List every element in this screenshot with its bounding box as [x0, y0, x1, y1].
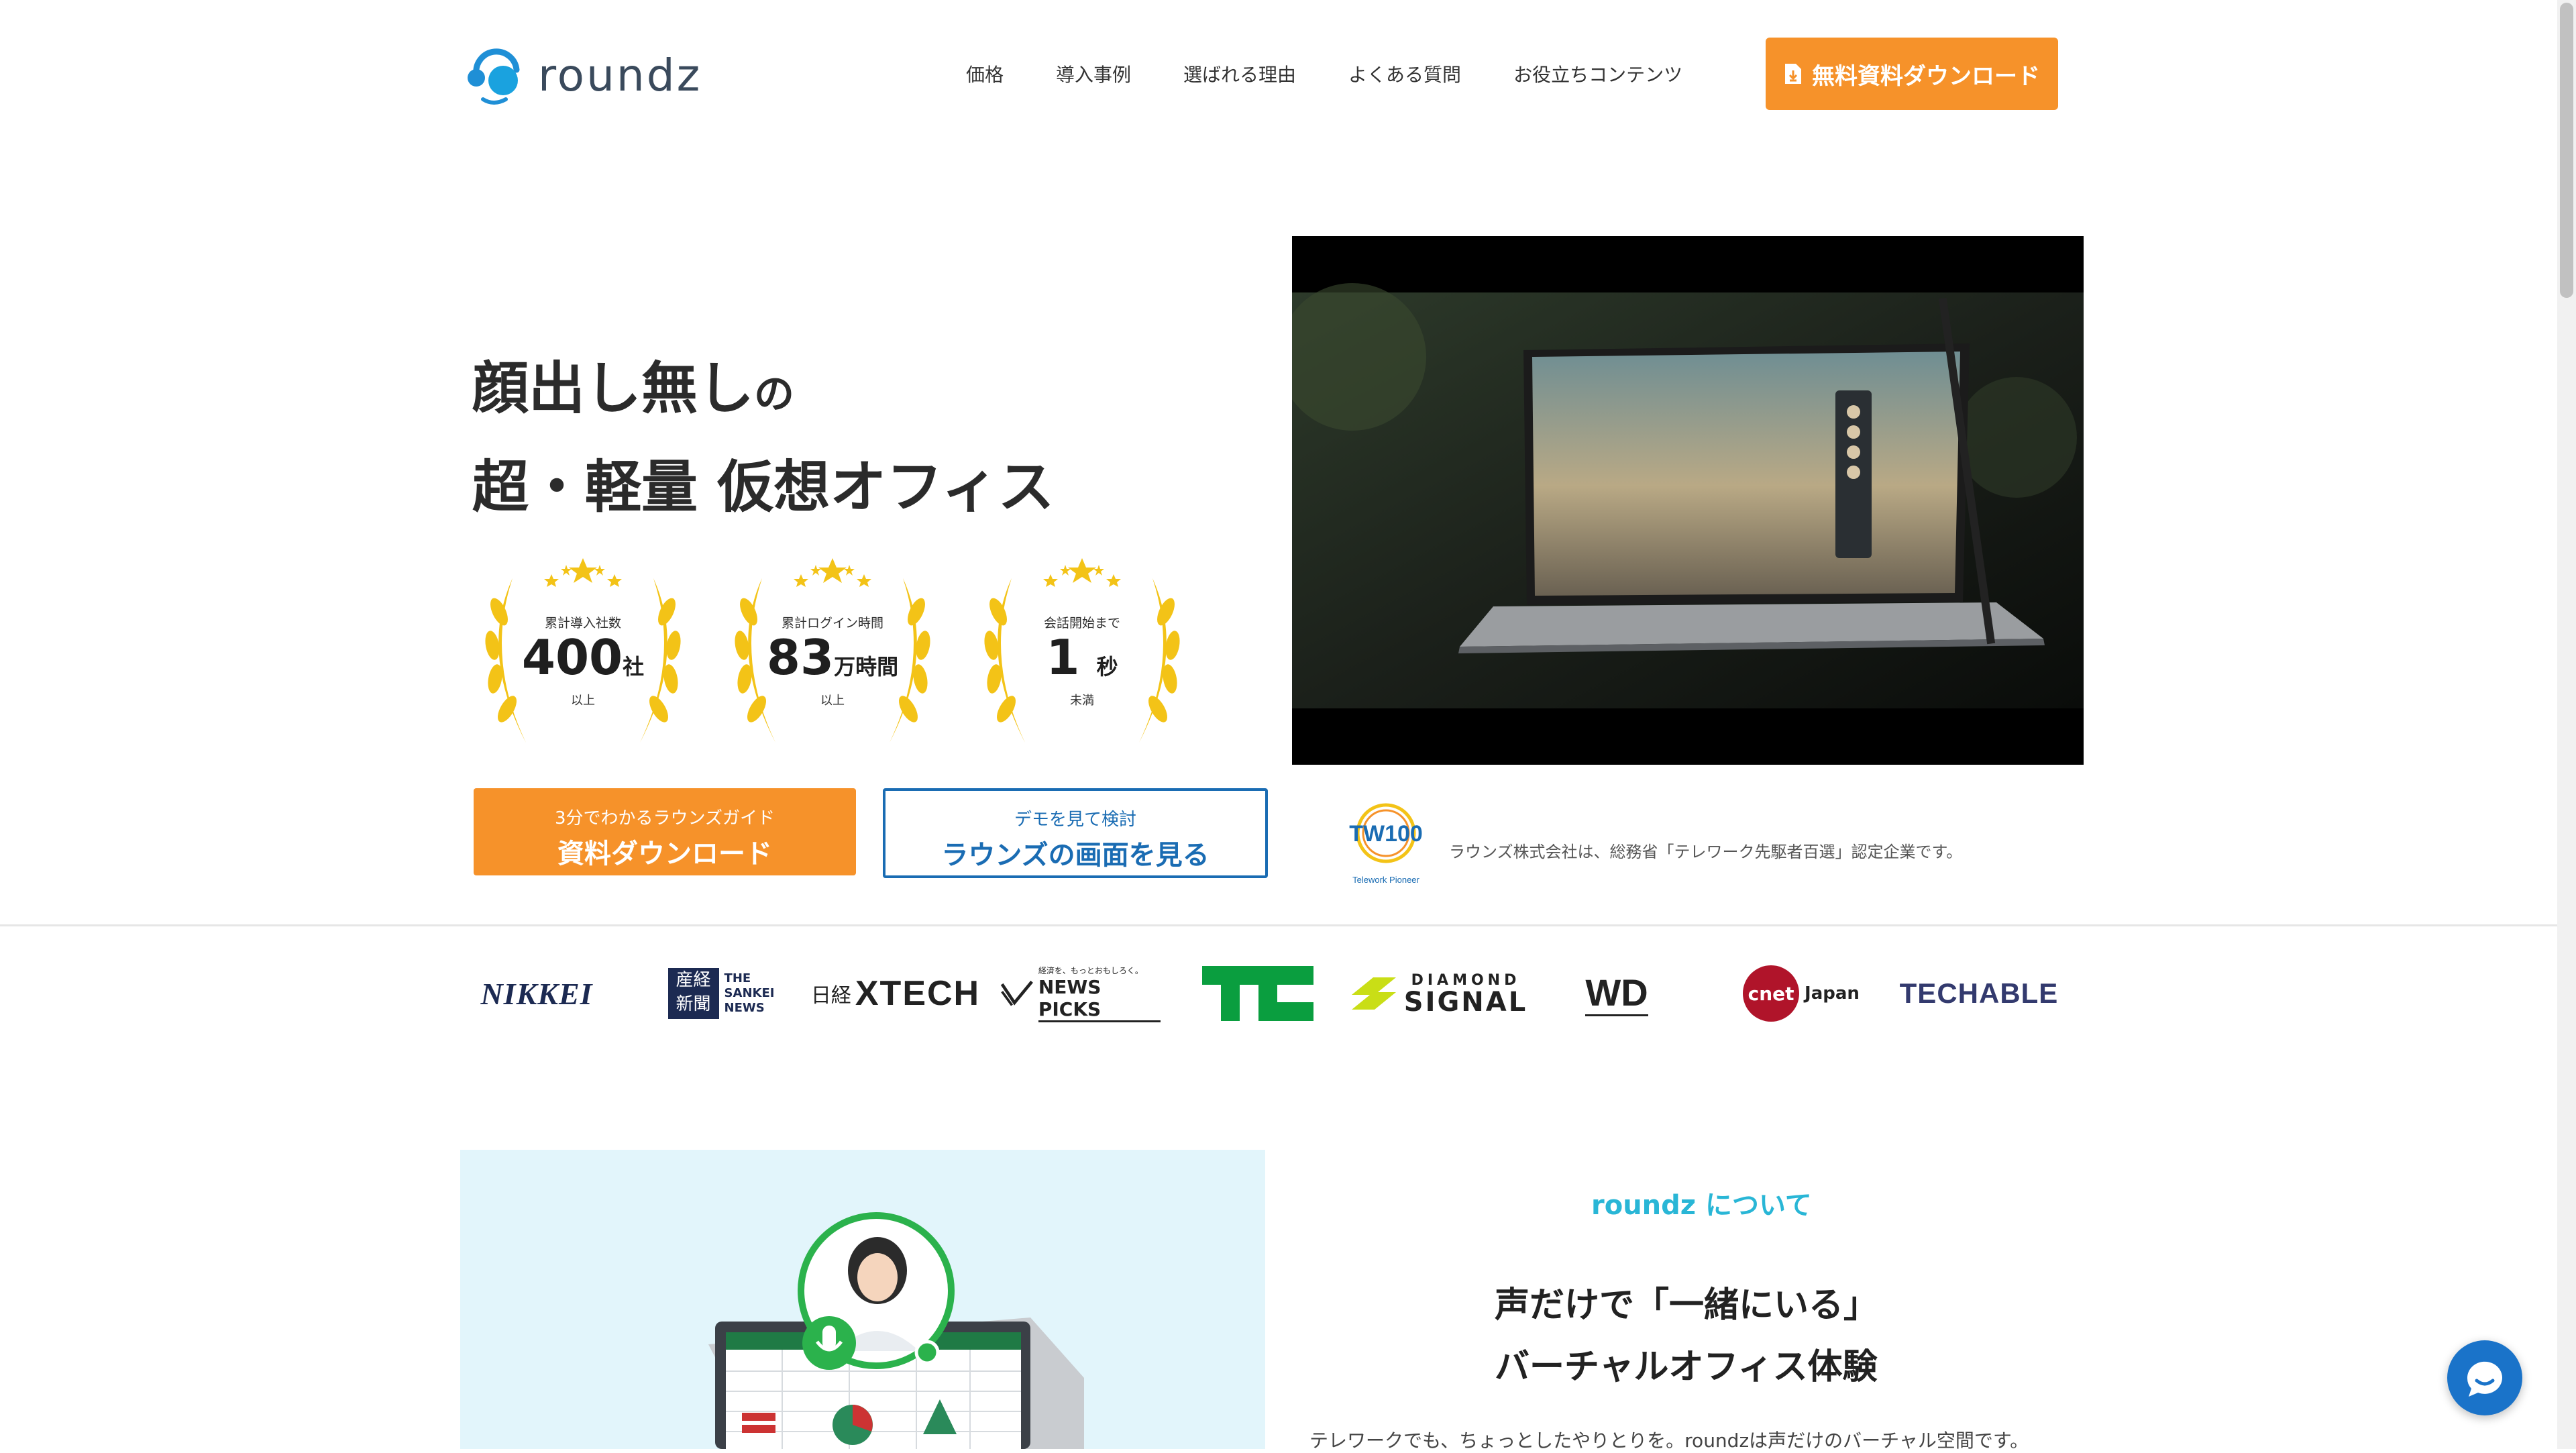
view-screen-label: ラウンズの画面を見る	[941, 840, 1210, 871]
headline-line2: 超・軽量 仮想オフィス	[472, 454, 1055, 520]
guide-download-label: 資料ダウンロード	[557, 839, 772, 869]
about-heading: roundz について	[1591, 1190, 1812, 1221]
newspicks-tagline: 経済を、もっとおもしろく。	[1038, 966, 1143, 975]
about-title-line2: バーチャルオフィス体験	[1495, 1347, 1878, 1387]
telework-logo-sub: Telework Pioneer	[1352, 875, 1419, 885]
nav-item-case-studies[interactable]: 導入事例	[1056, 60, 1131, 87]
about-title: 声だけで「一緒にいる」 バーチャルオフィス体験	[1495, 1275, 1878, 1398]
award-value: 400社	[521, 629, 645, 686]
view-screen-button[interactable]: デモを見て検討 ラウンズの画面を見る	[883, 788, 1268, 878]
media-logo-diamond-signal: DIAMOND SIGNAL	[1348, 963, 1529, 1024]
voice-office-illustration	[708, 1212, 1084, 1449]
guide-download-sub: 3分でわかるラウンズガイド	[554, 808, 775, 828]
newspicks-wordmark: NEWS PICKS	[1038, 976, 1161, 1022]
about-illustration	[460, 1150, 1265, 1449]
section-divider	[0, 924, 2557, 926]
page-scrollbar-thumb[interactable]	[2560, 3, 2573, 298]
award-login-hours: 累計ログイン時間 83万時間 以上	[722, 551, 943, 753]
media-logo-newspicks: 経済を、もっとおもしろく。 NEWS PICKS	[1000, 963, 1161, 1024]
hero-video[interactable]	[1292, 236, 2084, 765]
sankei-kanji: 産経新聞	[667, 968, 719, 1019]
award-value: 83万時間	[766, 629, 899, 686]
diamond-signal-mark-icon	[1351, 977, 1396, 1010]
nav-item-contents[interactable]: お役立ちコンテンツ	[1513, 60, 1682, 87]
logo-text: roundz	[538, 49, 702, 101]
diamond-wordmark: DIAMOND	[1411, 971, 1521, 989]
document-download-icon	[1785, 64, 1801, 84]
xtech-prefix: 日経	[810, 984, 851, 1008]
telework-certification-text: ラウンズ株式会社は、総務省「テレワーク先駆者百選」認定企業です。	[1449, 843, 1963, 861]
main-nav: 価格 導入事例 選ばれる理由 よくある質問 お役立ちコンテンツ	[966, 60, 1735, 87]
media-logo-cnet: cnet Japan	[1737, 963, 1865, 1024]
award-caption: 累計導入社数	[544, 616, 621, 631]
nav-item-faq[interactable]: よくある質問	[1348, 60, 1461, 87]
media-logo-wd: WD	[1570, 963, 1664, 1024]
about-title-line1: 声だけで「一緒にいる」	[1495, 1285, 1879, 1326]
wd-wordmark: WD	[1585, 971, 1648, 1016]
headline-line1: 顔出し無し	[472, 356, 755, 421]
telework-pioneer-icon: TW100 Telework Pioneer	[1349, 803, 1423, 885]
techcrunch-mark-icon	[1202, 966, 1313, 1021]
award-sub: 以上	[571, 694, 595, 708]
free-download-button[interactable]: 無料資料ダウンロード	[1766, 38, 2058, 110]
newspicks-mark-icon	[1000, 980, 1033, 1006]
techable-wordmark: TECHABLE	[1899, 977, 2059, 1009]
about-paragraph: テレワークでも、ちょっとしたやりとりを。roundzは声だけのバーチャル空間です…	[1309, 1430, 2029, 1452]
sankei-en-2: SANKEI	[724, 986, 775, 1000]
nav-item-pricing[interactable]: 価格	[966, 60, 1004, 87]
chat-widget-button[interactable]	[2447, 1340, 2522, 1415]
headline-line1-particle: の	[754, 371, 795, 418]
media-logo-techable: TECHABLE	[1898, 963, 2059, 1024]
view-screen-sub: デモを見て検討	[1014, 810, 1136, 830]
award-caption: 会話開始まで	[1043, 616, 1120, 631]
telework-pioneer-logo: TW100 Telework Pioneer	[1344, 800, 1432, 887]
award-sub: 未満	[1070, 694, 1094, 708]
chat-bubble-icon	[2467, 1361, 2502, 1397]
media-logo-xtech: 日経 XTECH	[805, 963, 986, 1024]
roundz-logo[interactable]: roundz	[463, 42, 700, 109]
award-value: 1 秒	[1046, 629, 1118, 686]
award-sub: 以上	[820, 694, 845, 708]
headset-logo-icon	[463, 43, 527, 107]
hero-headline: 顔出し無しの 超・軽量 仮想オフィス	[472, 342, 1055, 533]
media-logo-sankei: 産経新聞 THE SANKEI NEWS	[664, 963, 778, 1024]
sankei-en-1: THE	[724, 971, 751, 985]
telework-logo-text: TW100	[1349, 821, 1423, 847]
media-logo-techcrunch: TC	[1201, 963, 1315, 1024]
media-logo-nikkei: NIKKEI	[470, 963, 604, 1024]
award-companies: 累計導入社数 400社 以上	[472, 551, 694, 753]
nikkei-wordmark: NIKKEI	[480, 976, 593, 1011]
award-caption: 累計ログイン時間	[781, 616, 883, 631]
cnet-japan-wordmark: Japan	[1805, 983, 1860, 1004]
sankei-en-3: NEWS	[724, 1001, 765, 1015]
guide-download-button[interactable]: 3分でわかるラウンズガイド 資料ダウンロード	[474, 788, 856, 875]
signal-wordmark: SIGNAL	[1403, 986, 1528, 1018]
free-download-label: 無料資料ダウンロード	[1812, 62, 2040, 90]
laptop-scene-image	[1292, 236, 2084, 765]
nav-item-reasons[interactable]: 選ばれる理由	[1183, 60, 1296, 87]
xtech-wordmark: XTECH	[855, 974, 981, 1013]
cnet-wordmark: cnet	[1748, 982, 1794, 1005]
award-conversation-start: 会話開始まで 1 秒 未満	[971, 551, 1193, 753]
